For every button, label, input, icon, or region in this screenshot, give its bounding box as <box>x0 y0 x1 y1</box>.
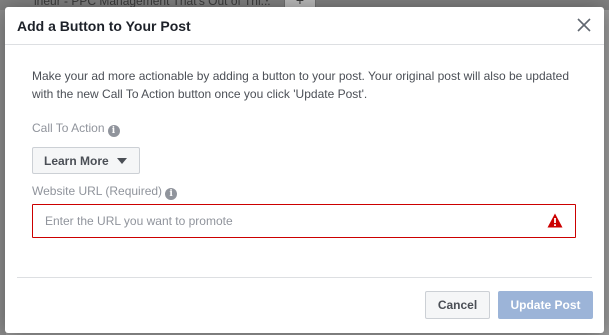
update-post-button[interactable]: Update Post <box>498 291 593 319</box>
dialog-title: Add a Button to Your Post <box>17 18 191 34</box>
website-url-input[interactable] <box>33 205 533 237</box>
call-to-action-label: Call To Action i <box>32 121 120 137</box>
close-icon[interactable] <box>576 17 592 33</box>
caret-down-icon <box>117 158 127 164</box>
website-url-label: Website URL (Required) i <box>32 184 178 200</box>
website-url-field <box>32 204 576 238</box>
warning-icon <box>547 213 563 228</box>
add-button-dialog: Add a Button to Your Post Make your ad m… <box>5 7 604 333</box>
dialog-footer: Cancel Update Post <box>5 277 604 333</box>
call-to-action-label-text: Call To Action <box>32 121 105 135</box>
chevron-down-icon: ▼ <box>262 0 272 5</box>
dialog-description: Make your ad more actionable by adding a… <box>32 69 570 101</box>
info-icon[interactable]: i <box>165 188 178 200</box>
website-url-label-text: Website URL (Required) <box>32 184 163 198</box>
dialog-header: Add a Button to Your Post <box>5 7 604 45</box>
info-icon[interactable]: i <box>107 125 120 137</box>
dialog-body: Make your ad more actionable by adding a… <box>32 67 578 103</box>
cancel-button[interactable]: Cancel <box>425 291 490 319</box>
call-to-action-selected: Learn More <box>44 154 109 168</box>
call-to-action-dropdown[interactable]: Learn More <box>32 147 140 174</box>
footer-divider <box>17 277 592 278</box>
